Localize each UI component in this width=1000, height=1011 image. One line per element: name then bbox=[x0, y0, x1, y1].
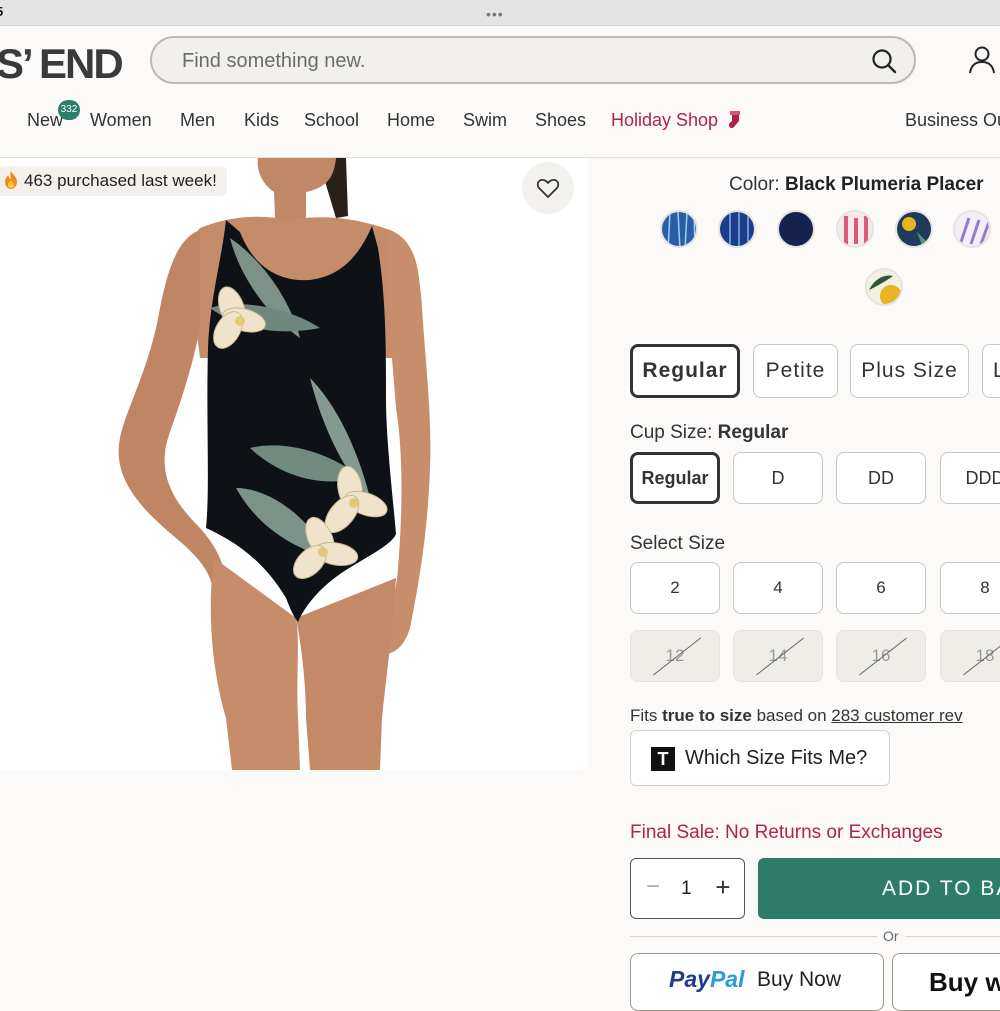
quantity-stepper: − 1 + bbox=[630, 858, 745, 919]
size-14-unavailable[interactable]: 14 bbox=[733, 630, 823, 682]
buy-with-button[interactable]: Buy w bbox=[892, 953, 1000, 1011]
quantity-decrease-button[interactable]: − bbox=[641, 875, 665, 899]
swatch-yellow-floral[interactable] bbox=[865, 268, 903, 306]
swatch-pattern bbox=[720, 212, 754, 246]
nav-item-holiday-shop[interactable]: Holiday Shop bbox=[611, 110, 718, 131]
swatch-navy[interactable] bbox=[777, 210, 815, 248]
browser-bar: 5 ••• bbox=[0, 0, 1000, 26]
paypal-logo-pay: Pay bbox=[669, 966, 710, 992]
product-image-panel[interactable]: 463 purchased last week! bbox=[0, 158, 588, 770]
swatch-purple-watercolor[interactable] bbox=[953, 210, 991, 248]
fit-summary-prefix: Fits bbox=[630, 706, 663, 725]
account-icon[interactable] bbox=[968, 44, 1000, 76]
cup-size-selected: Regular bbox=[717, 422, 789, 443]
swatch-blue-pattern[interactable] bbox=[660, 210, 698, 248]
purchase-count-banner: 463 purchased last week! bbox=[0, 166, 227, 196]
nav-item-women[interactable]: Women bbox=[90, 110, 152, 131]
size-4-button[interactable]: 4 bbox=[733, 562, 823, 614]
product-options-panel: Color: Black Plumeria Placer Regular Pet… bbox=[600, 158, 1000, 1011]
swatch-pattern bbox=[955, 212, 989, 246]
cup-ddd-button[interactable]: DDD bbox=[940, 452, 1000, 504]
cup-d-button[interactable]: D bbox=[733, 452, 823, 504]
size-8-button[interactable]: 8 bbox=[940, 562, 1000, 614]
nav-item-shoes[interactable]: Shoes bbox=[535, 110, 586, 131]
color-label: Color: bbox=[729, 174, 780, 195]
quantity-increase-button[interactable]: + bbox=[711, 874, 735, 900]
fit-summary-emphasis: true to size bbox=[662, 706, 752, 725]
search-input[interactable] bbox=[180, 48, 840, 74]
new-count-badge: 332 bbox=[58, 100, 80, 120]
nav-item-men[interactable]: Men bbox=[180, 110, 215, 131]
fit-long-button[interactable]: L bbox=[982, 344, 1000, 398]
nav-item-business[interactable]: Business Ou bbox=[905, 110, 1000, 131]
nav-item-school[interactable]: School bbox=[304, 110, 359, 131]
quantity-value[interactable]: 1 bbox=[681, 878, 692, 900]
swatch-pink-ikat[interactable] bbox=[836, 210, 874, 248]
fit-summary-middle: based on bbox=[751, 706, 832, 725]
swatch-pattern bbox=[662, 212, 696, 246]
search-bar[interactable] bbox=[150, 36, 916, 84]
which-size-fits-button[interactable]: T Which Size Fits Me? bbox=[630, 730, 890, 786]
size-2-button[interactable]: 2 bbox=[630, 562, 720, 614]
swatch-blue-stripe[interactable] bbox=[718, 210, 756, 248]
more-dots-icon[interactable]: ••• bbox=[486, 6, 504, 22]
cup-regular-button[interactable]: Regular bbox=[630, 452, 720, 504]
nav-item-swim[interactable]: Swim bbox=[463, 110, 507, 131]
add-to-bag-button[interactable]: ADD TO BA bbox=[758, 858, 1000, 919]
paypal-logo: PayPal bbox=[669, 966, 744, 993]
select-size-heading: Select Size bbox=[630, 533, 726, 554]
nav-item-home[interactable]: Home bbox=[387, 110, 435, 131]
selected-color-name: Black Plumeria Placer bbox=[784, 174, 984, 195]
search-icon[interactable] bbox=[870, 47, 898, 75]
cup-dd-button[interactable]: DD bbox=[836, 452, 926, 504]
size-18-unavailable[interactable]: 18 bbox=[940, 630, 1000, 682]
reviews-link[interactable]: 283 customer rev bbox=[831, 706, 962, 725]
product-photo bbox=[0, 158, 588, 770]
swatch-pattern bbox=[897, 212, 931, 246]
fire-icon bbox=[5, 171, 17, 189]
fit-plus-size-button[interactable]: Plus Size bbox=[850, 344, 969, 398]
purchase-count-text: 463 purchased last week! bbox=[24, 171, 217, 190]
truefit-icon: T bbox=[651, 747, 675, 771]
fit-summary: Fits true to size based on 283 customer … bbox=[630, 706, 963, 726]
swatch-pattern bbox=[838, 212, 872, 246]
paypal-label: Buy Now bbox=[757, 968, 842, 991]
favorite-button[interactable] bbox=[522, 162, 574, 214]
status-time: 5 bbox=[0, 4, 3, 19]
swatch-pattern bbox=[867, 270, 901, 304]
final-sale-notice: Final Sale: No Returns or Exchanges bbox=[630, 822, 943, 843]
cup-size-heading: Cup Size: Regular bbox=[630, 422, 788, 444]
site-logo[interactable]: S’ END bbox=[0, 40, 124, 88]
or-separator: Or bbox=[877, 928, 905, 944]
heart-icon bbox=[536, 179, 560, 198]
color-heading: Color: Black Plumeria Placer bbox=[729, 174, 984, 196]
paypal-buy-now-button[interactable]: PayPal Buy Now bbox=[630, 953, 884, 1011]
cup-size-label: Cup Size: bbox=[630, 422, 713, 443]
fit-petite-button[interactable]: Petite bbox=[753, 344, 838, 398]
main-nav: ‹ New 332 Women Men Kids School Home Swi… bbox=[0, 100, 1000, 136]
swatch-navy-floral[interactable] bbox=[895, 210, 933, 248]
size-16-unavailable[interactable]: 16 bbox=[836, 630, 926, 682]
which-size-label: Which Size Fits Me? bbox=[685, 747, 868, 769]
paypal-logo-pal: Pal bbox=[709, 966, 745, 992]
divider bbox=[630, 936, 1000, 937]
site-header: S’ END ‹ New 332 Women Men Kids School H… bbox=[0, 26, 1000, 158]
size-6-button[interactable]: 6 bbox=[836, 562, 926, 614]
size-12-unavailable[interactable]: 12 bbox=[630, 630, 720, 682]
fit-regular-button[interactable]: Regular bbox=[630, 344, 740, 398]
stocking-icon bbox=[729, 111, 740, 129]
nav-item-kids[interactable]: Kids bbox=[244, 110, 279, 131]
